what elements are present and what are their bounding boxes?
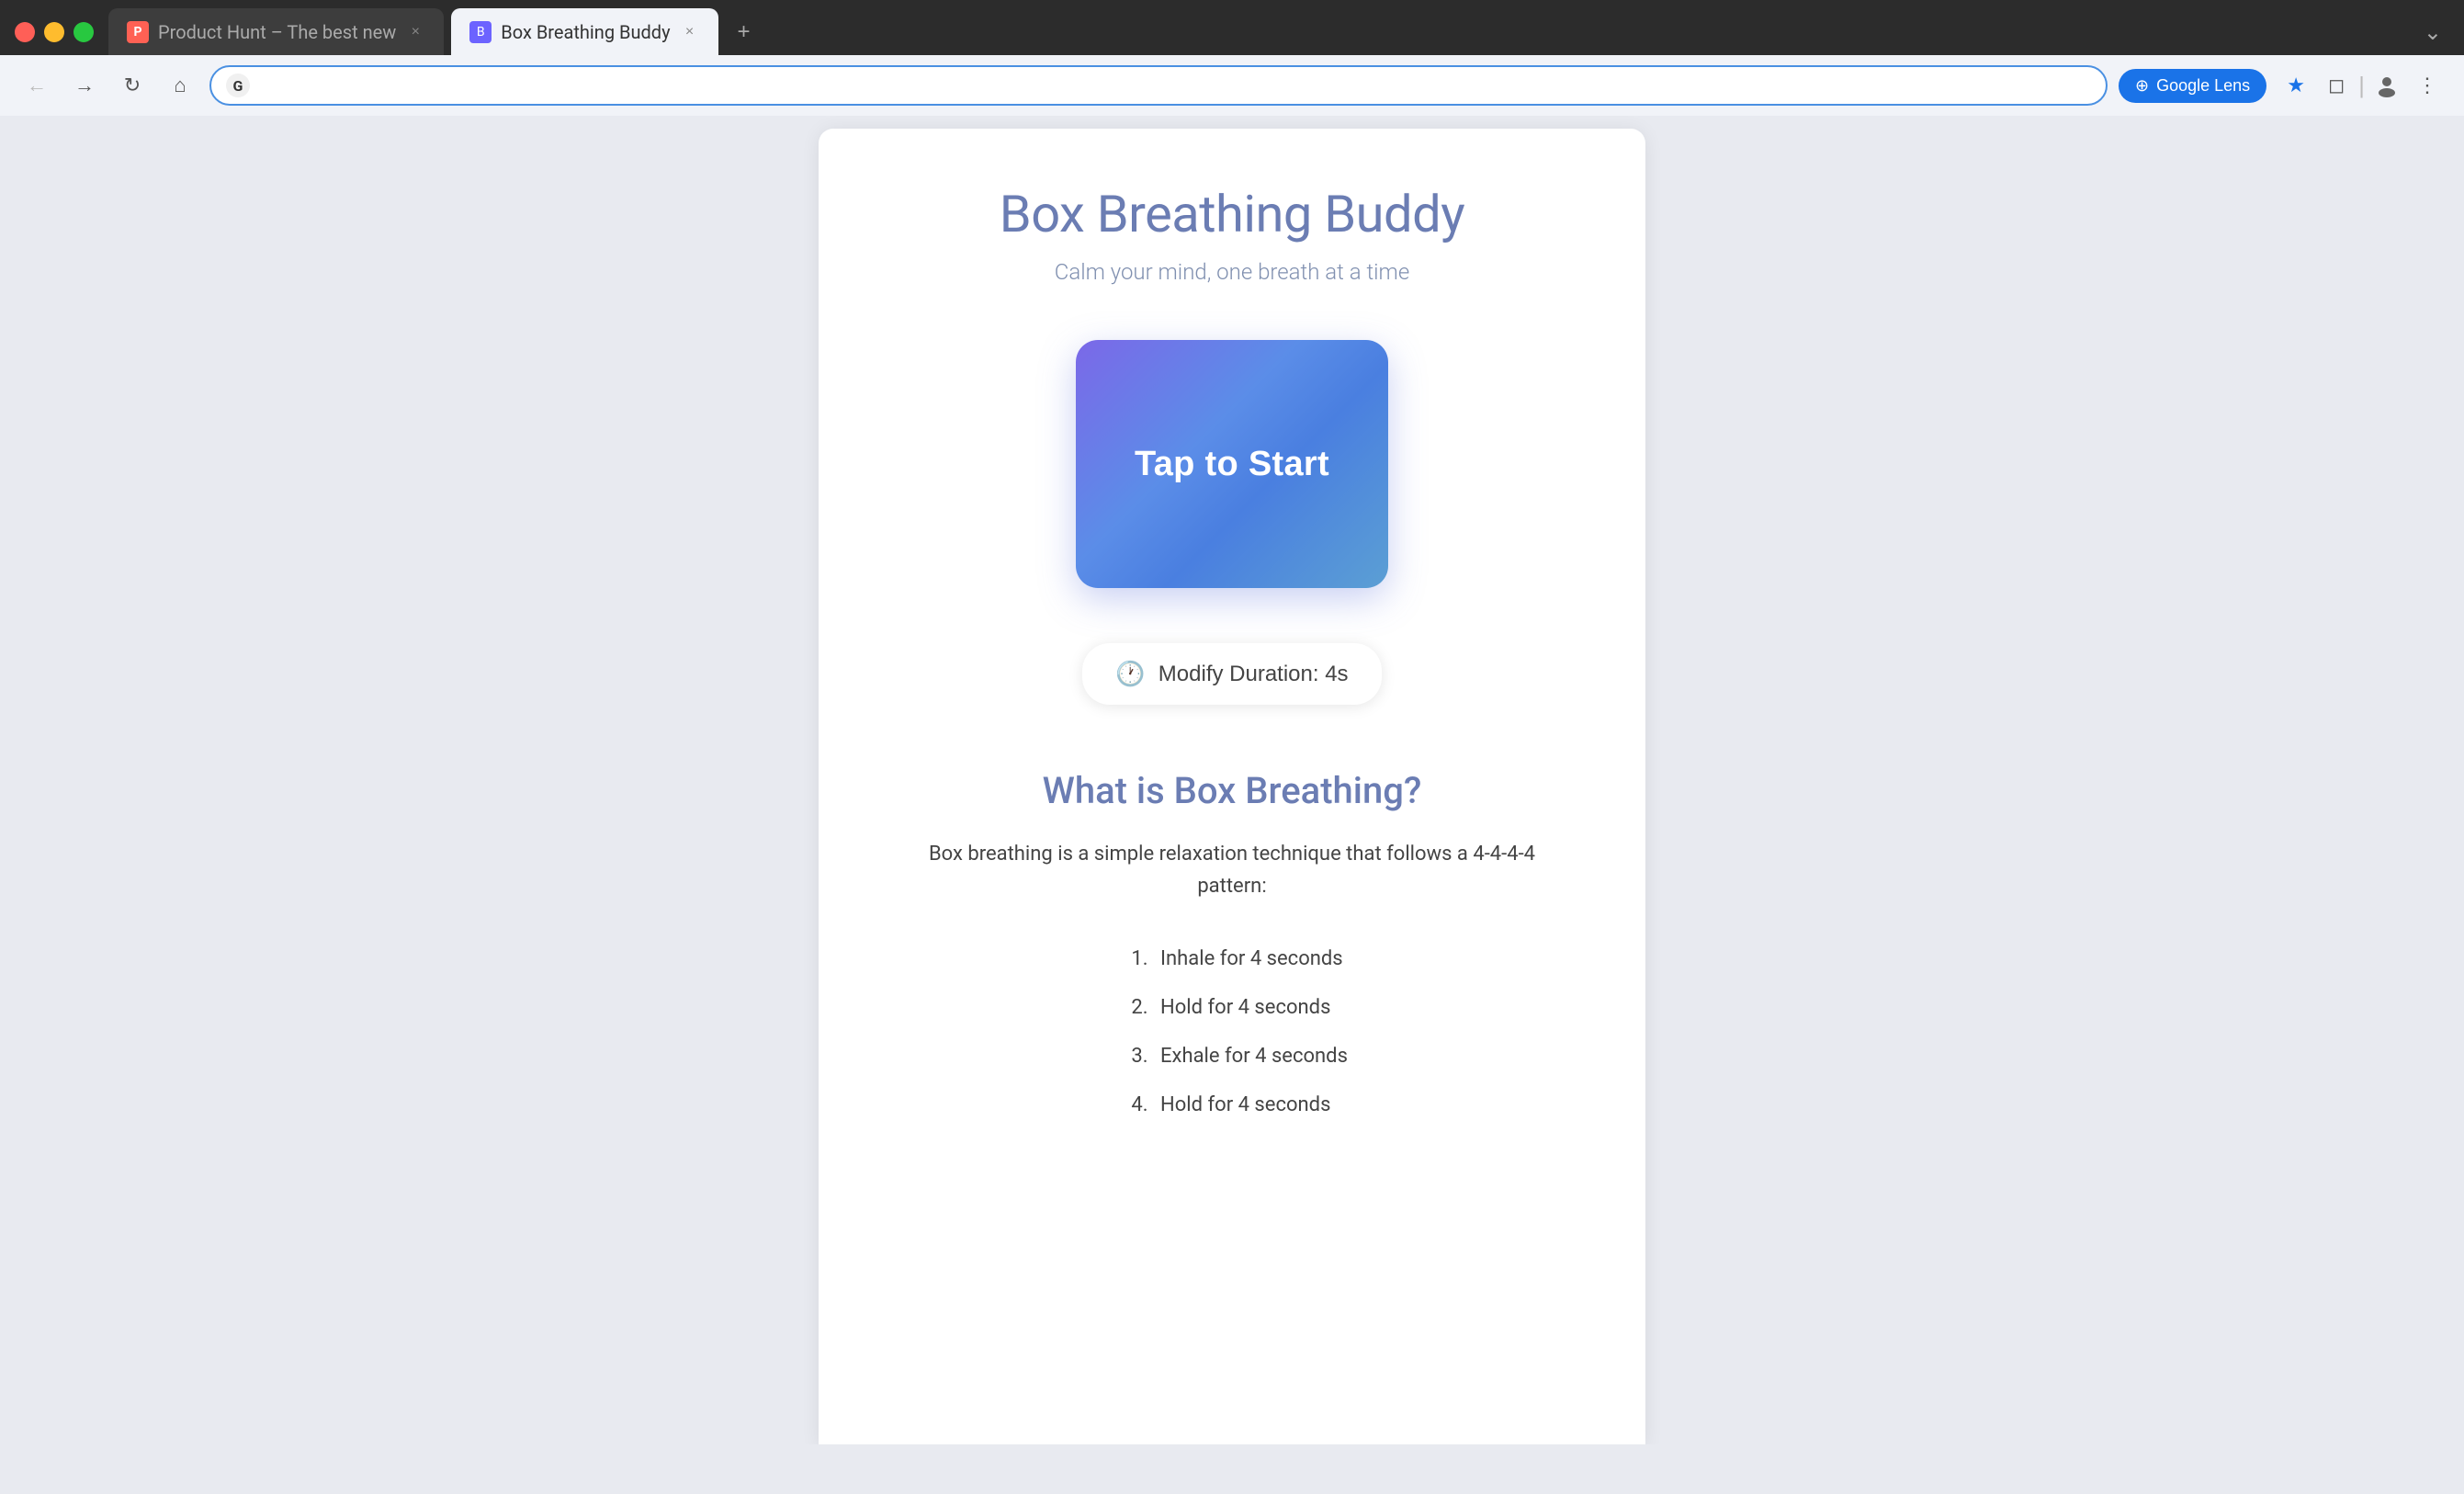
google-lens-button[interactable]: ⊕ Google Lens <box>2119 69 2266 103</box>
list-item: Inhale for 4 seconds <box>1153 935 1348 984</box>
browser-chrome: P Product Hunt – The best new × B Box Br… <box>0 0 2464 116</box>
tab-breathing[interactable]: B Box Breathing Buddy × <box>451 8 718 56</box>
window-controls <box>15 22 94 42</box>
extensions-button[interactable]: ◻ <box>2318 67 2355 104</box>
tab-favicon-producthunt: P <box>127 21 149 43</box>
what-is-title: What is Box Breathing? <box>1043 769 1422 812</box>
tab-close-producthunt[interactable]: × <box>405 22 425 42</box>
address-input[interactable] <box>259 75 2091 96</box>
tab-favicon-breathing: B <box>469 21 492 43</box>
back-button[interactable]: ← <box>18 67 55 104</box>
minimize-button[interactable] <box>44 22 64 42</box>
maximize-button[interactable] <box>73 22 94 42</box>
tab-producthunt[interactable]: P Product Hunt – The best new × <box>108 8 444 56</box>
start-button-label: Tap to Start <box>1135 445 1329 484</box>
tab-label-breathing: Box Breathing Buddy <box>501 21 670 43</box>
app-title: Box Breathing Buddy <box>1000 184 1464 244</box>
tab-label-producthunt: Product Hunt – The best new <box>158 21 396 43</box>
list-item: Exhale for 4 seconds <box>1153 1033 1348 1081</box>
modify-duration-button[interactable]: 🕐 Modify Duration: 4s <box>1082 643 1381 705</box>
toolbar-actions: ★ ◻ | ⋮ <box>2278 67 2446 104</box>
page-card: Box Breathing Buddy Calm your mind, one … <box>819 129 1645 1444</box>
tab-chevron[interactable]: ⌄ <box>2416 12 2449 52</box>
app-subtitle: Calm your mind, one breath at a time <box>1055 259 1410 285</box>
profile-icon <box>2375 74 2399 97</box>
modify-duration-label: Modify Duration: 4s <box>1159 662 1349 687</box>
bookmark-button[interactable]: ★ <box>2278 67 2314 104</box>
address-favicon: G <box>226 74 250 97</box>
home-button[interactable]: ⌂ <box>162 67 198 104</box>
google-lens-icon: ⊕ <box>2135 76 2149 96</box>
reload-button[interactable]: ↻ <box>114 67 151 104</box>
page-wrapper: Box Breathing Buddy Calm your mind, one … <box>0 116 2464 1444</box>
title-bar: P Product Hunt – The best new × B Box Br… <box>0 0 2464 55</box>
menu-button[interactable]: ⋮ <box>2409 67 2446 104</box>
steps-list: Inhale for 4 seconds Hold for 4 seconds … <box>1116 935 1348 1129</box>
address-bar[interactable]: G <box>209 65 2108 106</box>
toolbar-divider: | <box>2358 71 2365 101</box>
forward-button[interactable]: → <box>66 67 103 104</box>
google-lens-label: Google Lens <box>2156 76 2250 96</box>
close-button[interactable] <box>15 22 35 42</box>
tab-close-breathing[interactable]: × <box>680 22 700 42</box>
what-is-desc: Box breathing is a simple relaxation tec… <box>892 838 1572 902</box>
list-item: Hold for 4 seconds <box>1153 1081 1348 1130</box>
toolbar: ← → ↻ ⌂ G ⊕ Google Lens ★ ◻ | ⋮ <box>0 55 2464 116</box>
tap-to-start-button[interactable]: Tap to Start <box>1076 340 1388 588</box>
list-item: Hold for 4 seconds <box>1153 984 1348 1033</box>
new-tab-button[interactable]: + <box>726 14 763 51</box>
clock-icon: 🕐 <box>1115 660 1145 688</box>
profile-button[interactable] <box>2368 67 2405 104</box>
